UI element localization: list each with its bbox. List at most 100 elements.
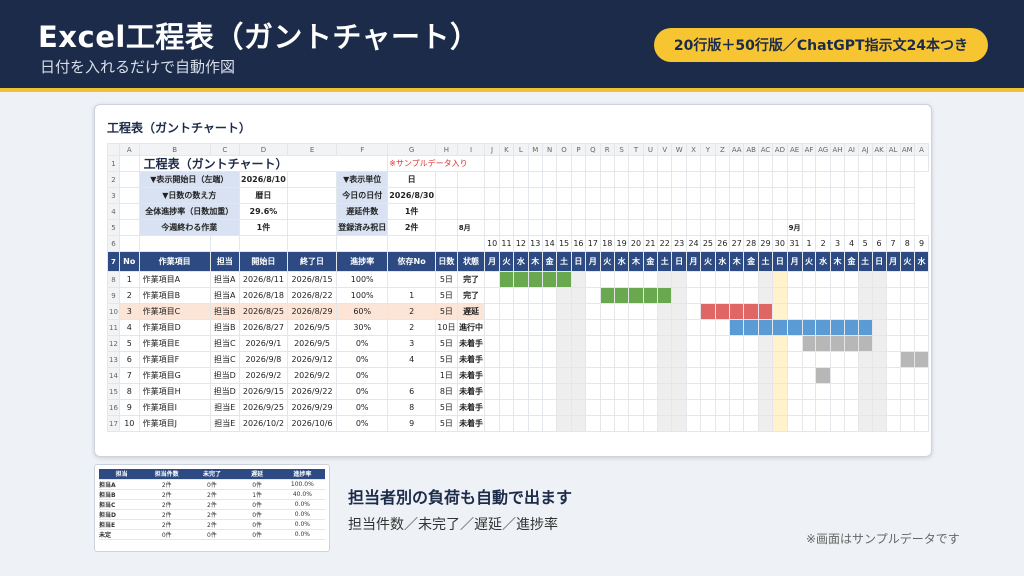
task-day-cell[interactable] [857,303,873,320]
task-day-cell[interactable] [657,399,673,416]
task-day-cell[interactable] [786,415,803,432]
task-day-cell[interactable] [714,319,731,336]
task-day-cell[interactable] [671,367,687,384]
gantt-bar-segment[interactable] [642,287,659,304]
column-header[interactable]: H [435,143,458,156]
task-day-cell[interactable] [628,319,644,336]
gantt-bar-segment[interactable] [700,303,716,320]
count-method-label[interactable]: ▼日数の数え方 [138,187,240,204]
task-day-cell[interactable] [729,351,745,368]
task-day-cell[interactable] [885,303,901,320]
task-day-cell[interactable] [585,415,601,432]
task-day-cell[interactable] [801,271,817,288]
empty-cell[interactable] [885,171,901,188]
task-day-cell[interactable] [685,383,702,400]
day-number[interactable]: 17 [585,235,601,252]
task-days[interactable]: 5日 [435,287,458,304]
task-status[interactable]: 未着手 [456,383,486,400]
gantt-bar-segment[interactable] [556,271,572,288]
task-owner[interactable]: 担当A [209,271,240,288]
empty-cell[interactable] [541,187,558,204]
empty-cell[interactable] [657,203,673,220]
task-day-cell[interactable] [757,399,774,416]
task-day-cell[interactable] [700,351,716,368]
empty-cell[interactable] [743,155,759,172]
column-header[interactable]: AI [844,143,859,156]
task-day-cell[interactable] [844,303,859,320]
empty-cell[interactable] [118,235,140,252]
task-name[interactable]: 作業項目H [138,383,211,400]
gantt-bar-segment[interactable] [498,271,515,288]
empty-cell[interactable] [844,171,859,188]
column-header[interactable]: E [286,143,338,156]
task-day-cell[interactable] [857,367,873,384]
task-dep[interactable]: 6 [387,383,437,400]
empty-cell[interactable] [815,187,831,204]
task-day-cell[interactable] [628,351,644,368]
task-progress[interactable]: 0% [336,351,389,368]
column-header[interactable]: I [456,143,486,156]
sheet-title[interactable]: 工程表（ガントチャート） [138,155,389,172]
day-number[interactable]: 22 [657,235,673,252]
task-day-cell[interactable] [498,287,515,304]
task-day-cell[interactable] [527,303,543,320]
empty-cell[interactable] [786,171,803,188]
empty-cell[interactable] [871,171,887,188]
task-day-cell[interactable] [757,367,774,384]
day-number[interactable]: 9 [914,235,929,252]
task-row[interactable]: 17 10 作業項目J 担当E 2026/10/2 2026/10/6 0% 9 5日 未着手 [107,415,929,432]
task-day-cell[interactable] [786,287,803,304]
day-number[interactable]: 28 [743,235,759,252]
task-day-cell[interactable] [857,287,873,304]
table-header-cell[interactable]: 進捗率 [336,251,389,272]
task-day-cell[interactable] [498,351,515,368]
row-number[interactable]: 10 [107,303,120,320]
empty-cell[interactable] [801,219,817,236]
empty-cell[interactable] [513,155,529,172]
task-day-cell[interactable] [714,335,731,352]
empty-cell[interactable] [642,187,659,204]
gantt-bar-segment[interactable] [541,271,558,288]
task-day-cell[interactable] [628,383,644,400]
task-owner[interactable]: 担当C [209,335,240,352]
empty-cell[interactable] [138,235,211,252]
task-day-cell[interactable] [570,415,587,432]
empty-cell[interactable] [786,203,803,220]
task-end[interactable]: 2026/9/12 [286,351,338,368]
empty-cell[interactable] [757,219,774,236]
task-day-cell[interactable] [914,319,929,336]
summary-header-cell[interactable]: 担当 [99,469,145,480]
delay-count-value[interactable]: 1件 [387,203,437,220]
task-day-cell[interactable] [541,303,558,320]
empty-cell[interactable] [772,219,788,236]
task-day-cell[interactable] [570,319,587,336]
task-day-cell[interactable] [914,415,929,432]
task-day-cell[interactable] [585,287,601,304]
task-owner[interactable]: 担当B [209,303,240,320]
task-day-cell[interactable] [815,287,831,304]
empty-cell[interactable] [527,219,543,236]
task-day-cell[interactable] [570,399,587,416]
table-header-cell[interactable]: 担当 [209,251,240,272]
column-header[interactable]: AB [743,143,759,156]
task-day-cell[interactable] [801,399,817,416]
task-day-cell[interactable] [786,399,803,416]
task-day-cell[interactable] [871,287,887,304]
task-day-cell[interactable] [657,319,673,336]
task-day-cell[interactable] [599,367,615,384]
task-end[interactable]: 2026/8/29 [286,303,338,320]
empty-cell[interactable] [743,187,759,204]
task-no[interactable]: 10 [118,415,140,432]
task-start[interactable]: 2026/9/15 [238,383,288,400]
task-day-cell[interactable] [613,351,630,368]
task-day-cell[interactable] [657,415,673,432]
task-start[interactable]: 2026/9/25 [238,399,288,416]
task-day-cell[interactable] [527,383,543,400]
holiday-count-value[interactable]: 2件 [387,219,437,236]
gantt-bar-segment[interactable] [628,287,644,304]
empty-cell[interactable] [613,187,630,204]
empty-cell[interactable] [700,187,716,204]
task-day-cell[interactable] [556,399,572,416]
weekday-header[interactable]: 金 [541,251,558,272]
task-days[interactable]: 10日 [435,319,458,336]
